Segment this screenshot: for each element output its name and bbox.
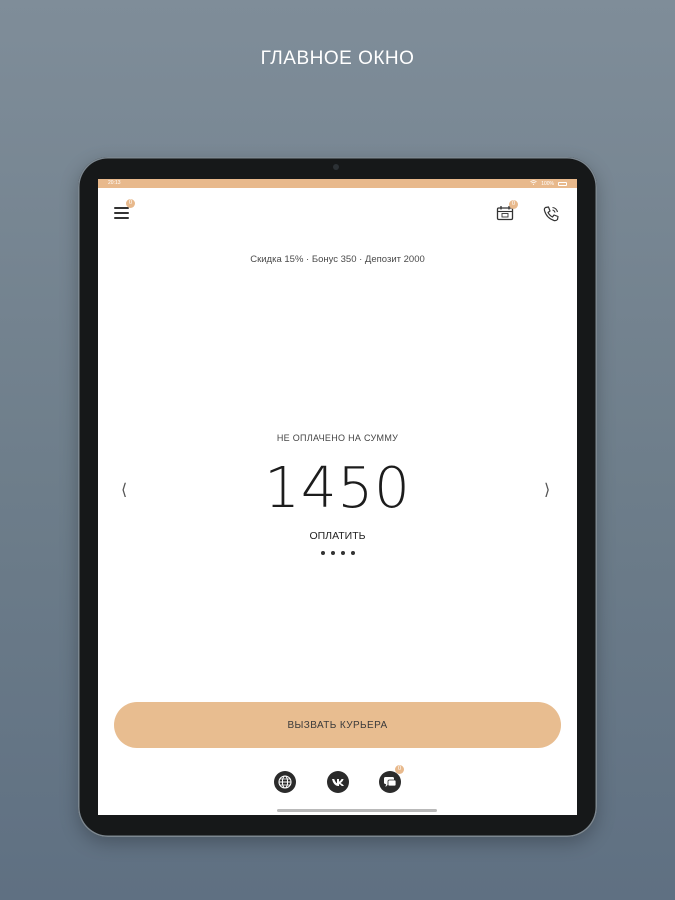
chat-icon — [379, 777, 401, 797]
battery-icon — [558, 181, 567, 186]
menu-badge: 0 — [126, 199, 135, 208]
battery-percent: 100% — [541, 180, 554, 187]
page-dots — [98, 551, 577, 555]
phone-icon — [542, 206, 560, 227]
front-camera — [333, 164, 339, 170]
menu-button[interactable]: 0 — [114, 199, 135, 222]
phone-button[interactable] — [542, 205, 562, 225]
call-courier-button[interactable]: ВЫЗВАТЬ КУРЬЕРА — [114, 702, 561, 748]
wifi-icon — [530, 180, 537, 187]
calendar-icon — [496, 206, 514, 225]
chat-button[interactable]: 0 — [379, 765, 404, 793]
unpaid-label: НЕ ОПЛАЧЕНО НА СУММУ — [276, 433, 399, 443]
pay-button[interactable]: ОПЛАТИТЬ — [98, 530, 577, 542]
account-summary: Скидка 15% · Бонус 350 · Депозит 2000 — [250, 254, 425, 265]
chat-badge: 0 — [395, 765, 404, 774]
page-dot — [350, 551, 355, 555]
app-screen: 20:13 100% 0 0 Скидка 15% · Бонус 350 · … — [98, 179, 577, 815]
globe-icon — [274, 775, 296, 797]
status-time: 20:13 — [108, 180, 121, 186]
page-dot — [320, 551, 325, 555]
promo-title: ГЛАВНОЕ ОКНО — [260, 48, 415, 69]
website-button[interactable] — [274, 771, 296, 793]
calendar-badge: 0 — [509, 200, 518, 209]
tablet-frame: 20:13 100% 0 0 Скидка 15% · Бонус 350 · … — [78, 157, 597, 837]
page-dot — [340, 551, 345, 555]
status-indicators: 100% — [530, 180, 567, 187]
vk-button[interactable] — [327, 771, 349, 793]
status-bar: 20:13 100% — [98, 179, 577, 188]
home-indicator[interactable] — [277, 809, 437, 812]
page-dot — [330, 551, 335, 555]
unpaid-amount: 1450 — [264, 456, 411, 521]
vk-icon — [327, 779, 349, 797]
calendar-button[interactable]: 0 — [496, 200, 518, 225]
